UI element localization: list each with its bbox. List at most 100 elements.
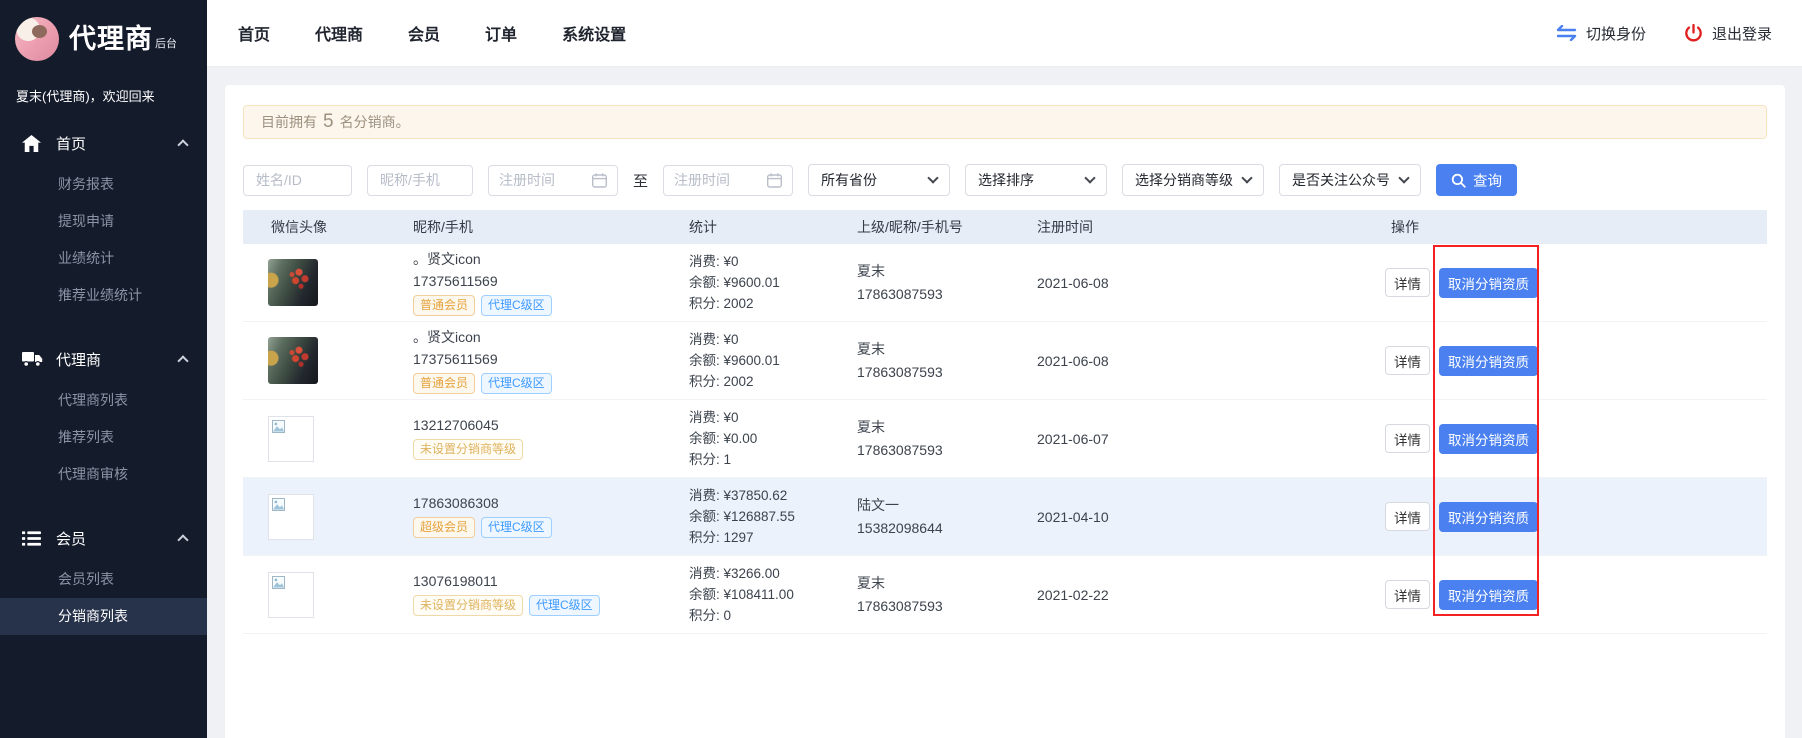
topnav-item[interactable]: 会员: [408, 21, 440, 45]
sidebar-item[interactable]: 财务报表: [0, 166, 207, 203]
stat-line: 积分: 1297: [689, 527, 835, 548]
sidebar-group: 会员会员列表分销商列表: [0, 515, 207, 635]
parent-phone: 17863087593: [857, 595, 1007, 618]
logout-button[interactable]: 退出登录: [1684, 23, 1772, 44]
level-tag: 代理C级区: [481, 373, 552, 394]
sidebar-item[interactable]: 代理商审核: [0, 456, 207, 493]
column-header: 操作: [1375, 217, 1767, 237]
detail-button[interactable]: 详情: [1385, 268, 1430, 297]
wechat-avatar-broken: [268, 416, 314, 462]
topnav-item[interactable]: 系统设置: [562, 21, 626, 45]
cancel-distribution-button[interactable]: 取消分销资质: [1439, 268, 1538, 298]
topnav-item[interactable]: 订单: [485, 21, 517, 45]
level-tag: 普通会员: [413, 373, 475, 394]
sidebar-item[interactable]: 提现申请: [0, 203, 207, 240]
level-tag: 代理C级区: [481, 295, 552, 316]
calendar-icon: [592, 173, 607, 188]
detail-button[interactable]: 详情: [1385, 580, 1430, 609]
parent-phone: 17863087593: [857, 283, 1007, 306]
wechat-avatar-broken: [268, 494, 314, 540]
stats-cell: 消费: ¥0余额: ¥0.00积分: 1: [667, 407, 835, 470]
level-tag: 普通会员: [413, 295, 475, 316]
wechat-avatar: [268, 337, 318, 384]
level-tag: 代理C级区: [529, 595, 600, 616]
level-tag: 未设置分销商等级: [413, 595, 523, 616]
search-button[interactable]: 查询: [1436, 164, 1517, 196]
name-id-input[interactable]: [243, 165, 352, 196]
detail-button[interactable]: 详情: [1385, 346, 1430, 375]
alert-count: 5: [323, 111, 334, 133]
select-value: 选择排序: [978, 170, 1086, 190]
cancel-distribution-button[interactable]: 取消分销资质: [1439, 346, 1538, 376]
detail-button[interactable]: 详情: [1385, 424, 1430, 453]
alert-prefix: 目前拥有: [261, 112, 317, 132]
cancel-distribution-button[interactable]: 取消分销资质: [1439, 580, 1538, 610]
filter-select[interactable]: 选择排序: [965, 164, 1107, 196]
member-tags: 超级会员代理C级区: [413, 517, 667, 538]
sidebar-item[interactable]: 会员列表: [0, 561, 207, 598]
chevron-up-icon: [177, 355, 188, 366]
member-tags: 未设置分销商等级: [413, 439, 667, 460]
member-nickname: 。贤文icon: [413, 249, 667, 269]
parent-cell: 夏末17863087593: [835, 572, 1007, 618]
level-tag: 超级会员: [413, 517, 475, 538]
filter-selects: 所有省份 选择排序 选择分销商等级 是否关注公众号: [808, 164, 1421, 196]
truck-icon: [22, 351, 44, 367]
topnav-item[interactable]: 代理商: [315, 21, 363, 45]
sidebar-item[interactable]: 推荐业绩统计: [0, 277, 207, 314]
topnav-item[interactable]: 首页: [238, 21, 270, 45]
member-tags: 普通会员代理C级区: [413, 295, 667, 316]
stat-line: 余额: ¥9600.01: [689, 272, 835, 293]
parent-name: 夏末: [857, 260, 1007, 283]
nickname-phone-input[interactable]: [367, 165, 473, 196]
level-tag: 未设置分销商等级: [413, 439, 523, 460]
sidebar-group-header[interactable]: 会员: [0, 515, 207, 561]
sidebar-item[interactable]: 代理商列表: [0, 382, 207, 419]
table-row: 13076198011未设置分销商等级代理C级区消费: ¥3266.00余额: …: [243, 556, 1767, 634]
filter-select[interactable]: 所有省份: [808, 164, 950, 196]
sidebar-item[interactable]: 业绩统计: [0, 240, 207, 277]
topnav-actions: 切换身份 退出登录: [1556, 23, 1772, 44]
detail-button[interactable]: 详情: [1385, 502, 1430, 531]
select-value: 选择分销商等级: [1135, 170, 1243, 190]
cancel-distribution-button[interactable]: 取消分销资质: [1439, 502, 1538, 532]
switch-identity-label: 切换身份: [1586, 23, 1646, 44]
stat-line: 积分: 1: [689, 449, 835, 470]
stat-line: 余额: ¥0.00: [689, 428, 835, 449]
calendar-icon: [767, 173, 782, 188]
cancel-distribution-button[interactable]: 取消分销资质: [1439, 424, 1538, 454]
sidebar-item[interactable]: 分销商列表: [0, 598, 207, 635]
parent-phone: 15382098644: [857, 517, 1007, 540]
sidebar-group-header[interactable]: 代理商: [0, 336, 207, 382]
logo-title: 代理商: [69, 26, 153, 53]
stat-line: 积分: 2002: [689, 371, 835, 392]
filter-select[interactable]: 选择分销商等级: [1122, 164, 1264, 196]
register-date: 2021-06-08: [1007, 275, 1375, 291]
sidebar-group: 代理商代理商列表推荐列表代理商审核: [0, 336, 207, 493]
stat-line: 余额: ¥9600.01: [689, 350, 835, 371]
member-phone: 17375611569: [413, 273, 667, 289]
member-tags: 未设置分销商等级代理C级区: [413, 595, 667, 616]
wechat-avatar-broken: [268, 572, 314, 618]
column-header: 统计: [667, 217, 835, 237]
register-date: 2021-04-10: [1007, 509, 1375, 525]
register-date: 2021-02-22: [1007, 587, 1375, 603]
logout-label: 退出登录: [1712, 23, 1772, 44]
register-time-start-picker[interactable]: [488, 165, 618, 196]
stats-cell: 消费: ¥37850.62余额: ¥126887.55积分: 1297: [667, 485, 835, 548]
register-time-start-input[interactable]: [499, 172, 583, 188]
stats-cell: 消费: ¥0余额: ¥9600.01积分: 2002: [667, 251, 835, 314]
sidebar-group-header[interactable]: 首页: [0, 120, 207, 166]
filter-select[interactable]: 是否关注公众号: [1279, 164, 1421, 196]
stat-line: 积分: 0: [689, 605, 835, 626]
column-header: 上级/昵称/手机号: [835, 217, 1007, 237]
register-time-end-picker[interactable]: [663, 165, 793, 196]
register-date: 2021-06-07: [1007, 431, 1375, 447]
distributor-table: 微信头像昵称/手机统计上级/昵称/手机号注册时间操作 。贤文icon 173756…: [243, 210, 1767, 634]
register-time-end-input[interactable]: [674, 172, 758, 188]
distributor-count-alert: 目前拥有 5 名分销商。: [243, 105, 1767, 139]
switch-identity-button[interactable]: 切换身份: [1556, 23, 1646, 44]
table-header-row: 微信头像昵称/手机统计上级/昵称/手机号注册时间操作: [243, 210, 1767, 244]
list-icon: [22, 531, 44, 546]
sidebar-item[interactable]: 推荐列表: [0, 419, 207, 456]
